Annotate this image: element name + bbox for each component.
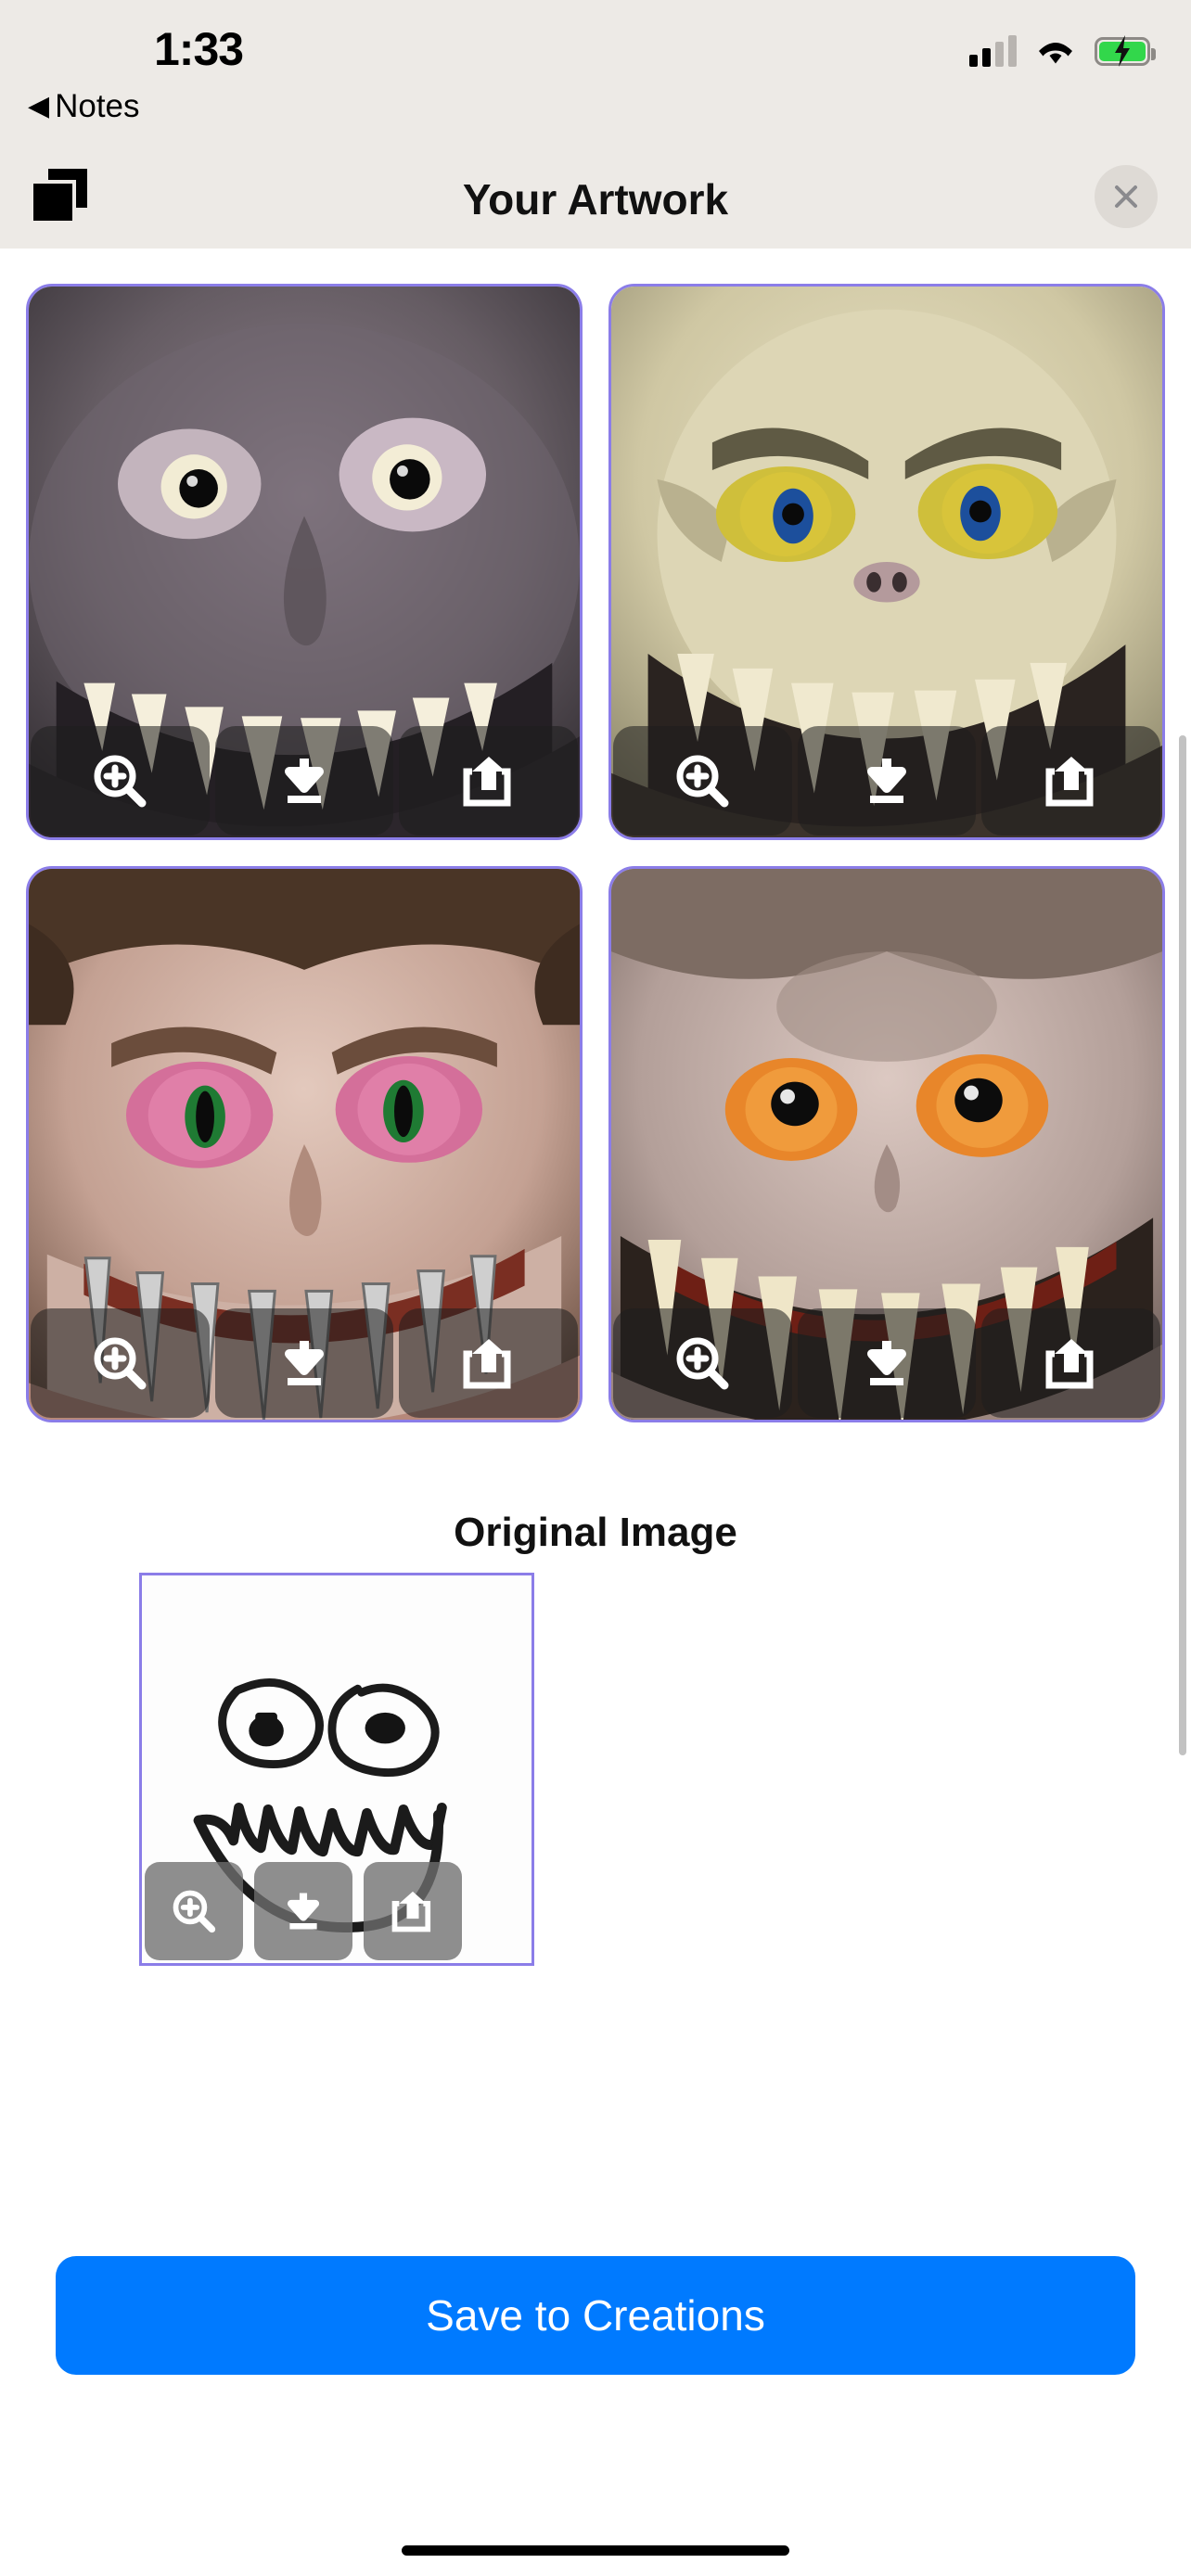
zoom-in-icon[interactable]: [31, 1308, 210, 1418]
artwork-grid: [26, 284, 1165, 1422]
share-icon[interactable]: [981, 1308, 1161, 1418]
download-icon[interactable]: [254, 1862, 352, 1960]
vertical-scrollbar[interactable]: [1179, 735, 1186, 1755]
back-caret-icon: ◀: [28, 91, 50, 121]
status-bar: 1:33 ◀ Notes: [0, 0, 1191, 147]
tile-actions: [29, 1308, 580, 1420]
share-icon[interactable]: [399, 726, 579, 835]
share-icon[interactable]: [981, 726, 1161, 835]
zoom-in-icon[interactable]: [145, 1862, 243, 1960]
original-image-heading: Original Image: [454, 1510, 737, 1555]
download-icon[interactable]: [797, 1308, 977, 1418]
zoom-in-icon[interactable]: [613, 726, 792, 835]
status-time: 1:33: [154, 23, 244, 75]
back-to-notes-link[interactable]: ◀ Notes: [28, 88, 140, 125]
zoom-in-icon[interactable]: [31, 726, 210, 835]
save-to-creations-button[interactable]: Save to Creations: [56, 2256, 1135, 2375]
home-indicator: [402, 2545, 789, 2556]
back-label: Notes: [55, 88, 140, 124]
artwork-tile[interactable]: [608, 284, 1165, 840]
tile-actions: [611, 726, 1162, 837]
original-image-actions: [145, 1862, 462, 1960]
cellular-signal-icon: [969, 35, 1017, 67]
tile-actions: [611, 1308, 1162, 1420]
tile-actions: [29, 726, 580, 837]
artwork-tile[interactable]: [608, 866, 1165, 1422]
status-indicators: [969, 35, 1156, 67]
close-x-icon[interactable]: [1095, 165, 1158, 228]
app-screen: 1:33 ◀ Notes Your Artwork Original Image…: [0, 0, 1191, 2576]
page-title: Your Artwork: [462, 175, 729, 223]
artwork-tile[interactable]: [26, 866, 583, 1422]
content-area: Original Image Save to Creations: [0, 249, 1191, 2576]
share-icon[interactable]: [399, 1308, 579, 1418]
share-icon[interactable]: [364, 1862, 462, 1960]
zoom-in-icon[interactable]: [613, 1308, 792, 1418]
download-icon[interactable]: [214, 726, 394, 835]
app-navigation-bar: Your Artwork: [0, 147, 1191, 249]
download-icon[interactable]: [797, 726, 977, 835]
wifi-icon: [1035, 35, 1076, 67]
download-icon[interactable]: [214, 1308, 394, 1418]
battery-charging-icon: [1095, 35, 1156, 67]
artwork-tile[interactable]: [26, 284, 583, 840]
original-image-card[interactable]: [139, 1573, 534, 1966]
